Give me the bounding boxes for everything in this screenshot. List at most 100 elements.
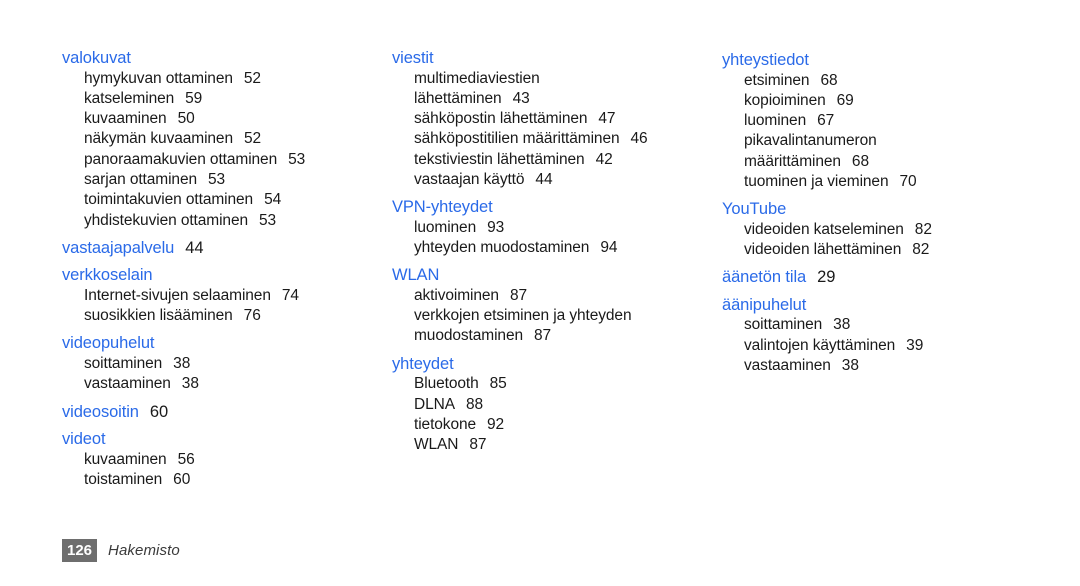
index-group-heading[interactable]: WLAN [392, 265, 722, 286]
index-entry-label: kuvaaminen [84, 450, 167, 468]
index-entry[interactable]: sarjan ottaminen 53 [62, 170, 392, 190]
index-entry[interactable]: DLNA 88 [392, 395, 722, 415]
index-entry[interactable]: yhteyden muodostaminen 94 [392, 238, 722, 258]
index-group-heading[interactable]: valokuvat [62, 48, 392, 69]
index-entry[interactable]: aktivoiminen 87 [392, 286, 722, 306]
index-group-heading-label: valokuvat [62, 49, 131, 67]
index-entry-label: tekstiviestin lähettäminen [414, 150, 585, 168]
index-entry-list: aktivoiminen 87 verkkojen etsiminen ja yht… [392, 286, 722, 347]
index-entry-label: yhteyden muodostaminen [414, 239, 590, 257]
index-entry[interactable]: soittaminen 38 [722, 315, 1052, 335]
index-entry[interactable]: vastaajan käyttö 44 [392, 170, 722, 190]
index-entry[interactable]: pikavalintanumeron [722, 131, 1052, 151]
index-entry-label: vastaaminen [744, 356, 831, 374]
footer-page-number: 126 [62, 539, 98, 562]
index-group-heading[interactable]: videot [62, 429, 392, 450]
index-entry-label: luominen [414, 218, 477, 236]
index-group-heading[interactable]: vastaajapalvelu 44 [62, 238, 392, 259]
index-entry[interactable]: vastaaminen 38 [62, 374, 392, 394]
index-entry-label: soittaminen [84, 354, 163, 372]
index-group: viestit multimediaviestien lähettäminen 43 s… [392, 48, 722, 190]
index-entry-page: 87 [534, 327, 552, 345]
index-entry[interactable]: lähettäminen 43 [392, 89, 722, 109]
index-entry[interactable]: panoraamakuvien ottaminen 53 [62, 150, 392, 170]
index-group-heading-label: vastaajapalvelu [62, 238, 175, 257]
index-entry[interactable]: hymykuvan ottaminen 52 [62, 69, 392, 89]
index-page: valokuvat hymykuvan ottaminen 52 katselemin… [0, 0, 1080, 586]
index-group: yhteystiedot etsiminen 68 kopioiminen 69 luom… [722, 50, 1052, 192]
index-entry[interactable]: Internet-sivujen selaaminen 74 [62, 286, 392, 306]
index-entry-page: 87 [469, 436, 487, 454]
index-entry-page: 92 [487, 415, 505, 433]
index-entry-page: 60 [173, 470, 191, 488]
index-entry-label: suosikkien lisääminen [84, 307, 233, 325]
index-entry-list: Internet-sivujen selaaminen 74 suosikkien … [62, 286, 392, 327]
index-entry-page: 52 [243, 130, 262, 148]
index-entry-page: 44 [535, 170, 553, 188]
index-entry[interactable]: sähköpostin lähettäminen 47 [392, 109, 722, 129]
index-group-heading[interactable]: viestit [392, 48, 722, 69]
index-group-heading-label: viestit [392, 49, 434, 67]
index-group: äänetön tila 29 [722, 267, 1052, 288]
index-entry-list: Bluetooth 85 DLNA 88 tietokone 92 WLAN 87 [392, 374, 722, 455]
index-group: äänipuhelut soittaminen 38 valintojen käytt… [722, 295, 1052, 376]
index-entry[interactable]: kuvaaminen 56 [62, 450, 392, 470]
index-entry[interactable]: multimediaviestien [392, 69, 722, 89]
page-footer: 126 Hakemisto [62, 539, 180, 562]
index-entry[interactable]: katseleminen 59 [62, 89, 392, 109]
index-group-heading[interactable]: verkkoselain [62, 265, 392, 286]
index-entry[interactable]: tekstiviestin lähettäminen 42 [392, 150, 722, 170]
index-entry[interactable]: kopioiminen 69 [722, 91, 1052, 111]
index-entry[interactable]: videoiden katseleminen 82 [722, 220, 1052, 240]
index-entry-list: soittaminen 38 vastaaminen 38 [62, 354, 392, 395]
index-entry-list: kuvaaminen 56 toistaminen 60 [62, 450, 392, 491]
index-entry-label: toimintakuvien ottaminen [84, 191, 254, 209]
index-entry-page: 94 [600, 239, 618, 257]
index-entry-label: näkymän kuvaaminen [84, 130, 233, 148]
index-entry[interactable]: kuvaaminen 50 [62, 109, 392, 129]
index-entry[interactable]: suosikkien lisääminen 76 [62, 306, 392, 326]
index-entry[interactable]: soittaminen 38 [62, 354, 392, 374]
index-entry-label: DLNA [414, 395, 455, 413]
index-entry-page: 67 [817, 112, 835, 130]
index-entry-label: multimediaviestien [414, 69, 540, 87]
index-entry[interactable]: määrittäminen 68 [722, 152, 1052, 172]
index-group-heading[interactable]: VPN-yhteydet [392, 197, 722, 218]
index-entry-label: katseleminen [84, 89, 175, 107]
index-entry[interactable]: sähköpostitilien määrittäminen 46 [392, 129, 722, 149]
index-entry[interactable]: näkymän kuvaaminen 52 [62, 129, 392, 149]
index-group: videosoitin 60 [62, 402, 392, 423]
index-entry[interactable]: videoiden lähettäminen 82 [722, 240, 1052, 260]
index-entry[interactable]: luominen 67 [722, 111, 1052, 131]
index-entry[interactable]: WLAN 87 [392, 435, 722, 455]
index-group-heading[interactable]: yhteystiedot [722, 50, 1052, 71]
index-group-heading[interactable]: äänetön tila 29 [722, 267, 1052, 288]
index-entry-label: kuvaaminen [84, 110, 167, 128]
index-group-heading[interactable]: videopuhelut [62, 333, 392, 354]
index-group-heading-label: verkkoselain [62, 266, 153, 285]
index-group: videot kuvaaminen 56 toistaminen 60 [62, 429, 392, 490]
index-entry[interactable]: vastaaminen 38 [722, 356, 1052, 376]
index-entry-page: 53 [259, 211, 277, 229]
index-entry[interactable]: yhdistekuvien ottaminen 53 [62, 211, 392, 231]
index-entry[interactable]: toimintakuvien ottaminen 54 [62, 190, 392, 210]
index-entry[interactable]: luominen 93 [392, 218, 722, 238]
index-entry-list: soittaminen 38 valintojen käyttäminen 39 vas… [722, 315, 1052, 376]
index-entry-page: 42 [595, 150, 613, 168]
index-group-heading[interactable]: yhteydet [392, 354, 722, 375]
index-entry[interactable]: muodostaminen 87 [392, 326, 722, 346]
index-group-heading[interactable]: äänipuhelut [722, 295, 1052, 316]
index-entry[interactable]: etsiminen 68 [722, 71, 1052, 91]
index-entry[interactable]: verkkojen etsiminen ja yhteyden [392, 306, 722, 326]
footer-section-label: Hakemisto [108, 542, 180, 559]
index-group-heading[interactable]: videosoitin 60 [62, 402, 392, 423]
index-entry-page: 43 [512, 89, 530, 107]
index-entry[interactable]: valintojen käyttäminen 39 [722, 336, 1052, 356]
index-group-heading-label: äänetön tila [722, 268, 807, 287]
index-entry[interactable]: toistaminen 60 [62, 470, 392, 490]
index-group-heading[interactable]: YouTube [722, 199, 1052, 220]
index-entry[interactable]: tuominen ja vieminen 70 [722, 172, 1052, 192]
index-entry-label: panoraamakuvien ottaminen [84, 150, 278, 168]
index-entry[interactable]: Bluetooth 85 [392, 374, 722, 394]
index-entry[interactable]: tietokone 92 [392, 415, 722, 435]
